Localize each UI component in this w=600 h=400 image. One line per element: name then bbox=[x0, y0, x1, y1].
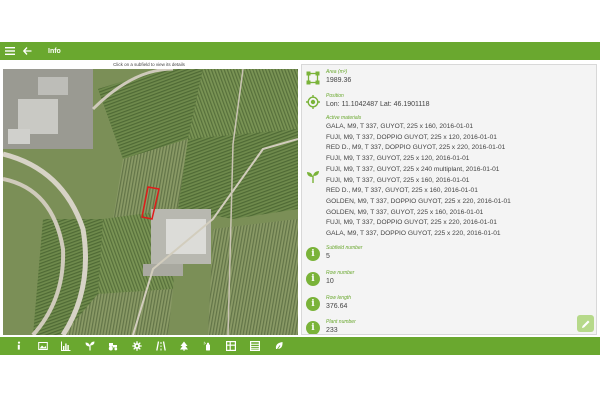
plant-number-section: i Plant number 233 bbox=[302, 317, 596, 334]
back-arrow-icon[interactable] bbox=[20, 44, 34, 58]
material-item: GALA, M9, T 337, GUYOT, 225 x 160, 2016-… bbox=[326, 123, 474, 130]
pencil-icon bbox=[581, 320, 589, 328]
material-item: GALA, M9, T 337, DOPPIO GUYOT, 225 x 220… bbox=[326, 230, 501, 237]
tractor-icon[interactable] bbox=[106, 339, 120, 353]
position-value: Lon: 11.1042487 Lat: 46.1901118 bbox=[326, 101, 430, 108]
seedling-icon[interactable] bbox=[83, 339, 97, 353]
satellite-map[interactable] bbox=[3, 69, 298, 335]
materials-label: Active materials bbox=[326, 115, 362, 121]
row-length-section: i Row length 376.64 bbox=[302, 293, 596, 315]
material-item: GOLDEN, M9, T 337, DOPPIO GUYOT, 225 x 2… bbox=[326, 197, 511, 205]
bar-chart-icon[interactable] bbox=[59, 339, 73, 353]
menu-icon[interactable] bbox=[3, 44, 17, 58]
position-section: Position Lon: 11.1042487 Lat: 46.1901118 bbox=[302, 91, 596, 113]
bottom-toolbar bbox=[0, 337, 600, 355]
info-panel: Area (m²) 1989.36 Position Lon: 11.10424… bbox=[301, 64, 597, 335]
grid-icon[interactable] bbox=[224, 339, 238, 353]
area-section: Area (m²) 1989.36 bbox=[302, 67, 596, 89]
subfield-section: i Subfield number 5 bbox=[302, 243, 596, 265]
material-item: RED D., M9, T 337, GUYOT, 225 x 160, 201… bbox=[326, 187, 478, 195]
image-icon[interactable] bbox=[36, 339, 50, 353]
row-number-section: i Row number 10 bbox=[302, 268, 596, 290]
area-icon bbox=[306, 71, 320, 85]
position-label: Position bbox=[326, 93, 344, 99]
area-label: Area (m²) bbox=[326, 69, 348, 75]
material-item: GOLDEN, M9, T 337, GUYOT, 225 x 160, 201… bbox=[326, 208, 484, 216]
subfield-label: Subfield number bbox=[326, 245, 363, 251]
area-value: 1989.36 bbox=[326, 77, 352, 84]
material-item: FUJI, M9, T 337, GUYOT, 225 x 160, 2016-… bbox=[326, 176, 470, 184]
material-item: FUJI, M9, T 337, DOPPIO GUYOT, 225 x 220… bbox=[326, 219, 497, 227]
plant-number-value: 233 bbox=[326, 327, 338, 334]
app-header: Info bbox=[0, 42, 600, 60]
page-title: Info bbox=[48, 47, 61, 55]
info-icon: i bbox=[306, 321, 320, 334]
map-hint: Click on a subfield to view its details bbox=[113, 62, 185, 67]
seedling-icon bbox=[306, 170, 320, 184]
materials-section: Active materials GALA, M9, T 337, GUYOT,… bbox=[302, 115, 596, 241]
row-number-value: 10 bbox=[326, 278, 334, 285]
info-icon[interactable] bbox=[12, 339, 26, 353]
gear-icon[interactable] bbox=[130, 339, 144, 353]
subfield-value: 5 bbox=[326, 253, 330, 260]
row-length-label: Row length bbox=[326, 295, 352, 301]
row-length-value: 376.64 bbox=[326, 303, 348, 310]
row-number-label: Row number bbox=[326, 270, 355, 276]
plant-number-label: Plant number bbox=[326, 319, 356, 325]
spray-icon[interactable] bbox=[201, 339, 215, 353]
material-item: RED D., M9, T 337, DOPPIO GUYOT, 225 x 2… bbox=[326, 144, 506, 152]
material-item: FUJI, M9, T 337, GUYOT, 225 x 120, 2016-… bbox=[326, 155, 470, 163]
material-item: FUJI, M9, T 337, GUYOT, 225 x 240 multip… bbox=[326, 165, 500, 173]
info-icon: i bbox=[306, 272, 320, 286]
road-icon[interactable] bbox=[154, 339, 168, 353]
info-icon: i bbox=[306, 247, 320, 261]
material-item: FUJI, M9, T 337, DOPPIO GUYOT, 225 x 120… bbox=[326, 133, 497, 141]
gps-target-icon bbox=[306, 95, 320, 109]
edit-button[interactable] bbox=[577, 315, 594, 332]
leaf-icon[interactable] bbox=[272, 339, 286, 353]
info-icon: i bbox=[306, 297, 320, 311]
table-icon[interactable] bbox=[248, 339, 262, 353]
tree-icon[interactable] bbox=[177, 339, 191, 353]
